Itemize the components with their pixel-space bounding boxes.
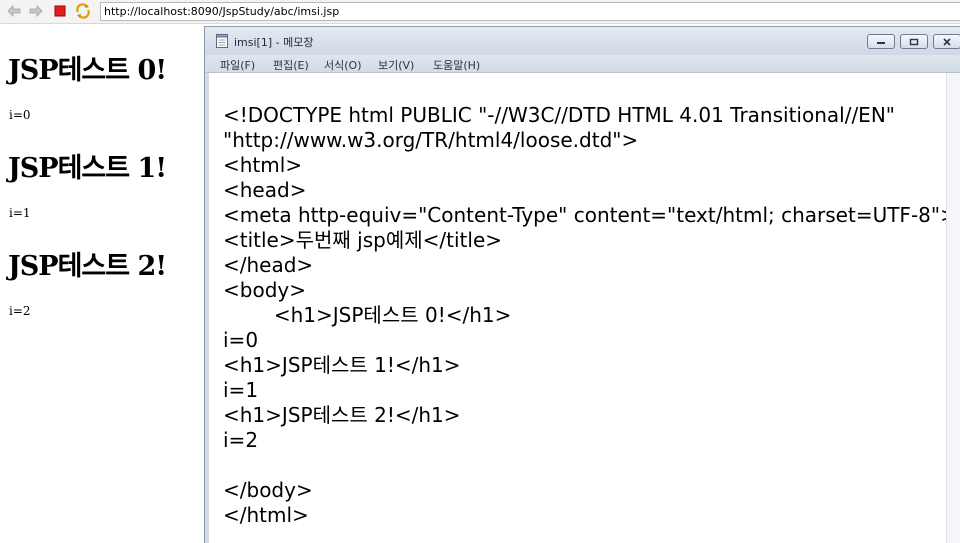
page-heading: JSP테스트 1! <box>8 153 167 184</box>
notepad-window: imsi[1] - 메모장 파일(F) 편집(E) 서식(O) 보기(V) 도움… <box>204 26 960 543</box>
editor-line: <h1>JSP테스트 1!</h1> <box>223 353 461 377</box>
editor-line: i=2 <box>223 428 259 452</box>
rendered-page: JSP테스트 0! i=0 JSP테스트 1! i=1 JSP테스트 2! i=… <box>0 24 204 543</box>
vertical-scrollbar[interactable] <box>946 73 960 543</box>
editor-line: </html> <box>223 503 309 527</box>
page-heading: JSP테스트 2! <box>8 251 167 282</box>
editor-line: </body> <box>223 478 313 502</box>
page-value: i=1 <box>9 206 31 220</box>
editor-line: <body> <box>223 278 306 302</box>
editor-line: <html> <box>223 153 303 177</box>
address-bar[interactable]: http://localhost:8090/JspStudy/abc/imsi.… <box>100 2 960 21</box>
minimize-button[interactable] <box>867 34 895 49</box>
editor-line: <head> <box>223 178 307 202</box>
menu-edit[interactable]: 편집(E) <box>273 57 309 73</box>
browser-toolbar: http://localhost:8090/JspStudy/abc/imsi.… <box>0 0 960 24</box>
editor-line: <!DOCTYPE html PUBLIC "-//W3C//DTD HTML … <box>223 103 895 127</box>
editor-line: "http://www.w3.org/TR/html4/loose.dtd"> <box>223 128 639 152</box>
notepad-icon <box>216 34 228 48</box>
notepad-title: imsi[1] - 메모장 <box>234 36 314 49</box>
minimize-icon <box>877 41 885 44</box>
back-arrow-icon[interactable] <box>6 3 22 19</box>
page-value: i=0 <box>9 108 31 122</box>
editor-line: <meta http-equiv="Content-Type" content=… <box>223 203 957 227</box>
maximize-icon <box>909 38 919 45</box>
menu-view[interactable]: 보기(V) <box>378 57 414 73</box>
editor-line: </head> <box>223 253 314 277</box>
notepad-titlebar[interactable]: imsi[1] - 메모장 <box>205 27 960 55</box>
screen: http://localhost:8090/JspStudy/abc/imsi.… <box>0 0 960 543</box>
maximize-button[interactable] <box>900 34 928 49</box>
editor-line: i=0 <box>223 328 259 352</box>
editor-line: <h1>JSP테스트 2!</h1> <box>223 403 461 427</box>
close-button[interactable] <box>933 34 960 49</box>
editor-line: <h1>JSP테스트 0!</h1> <box>223 303 512 327</box>
editor-text[interactable]: <!DOCTYPE html PUBLIC "-//W3C//DTD HTML … <box>223 103 957 528</box>
editor-line: i=1 <box>223 378 259 402</box>
refresh-icon[interactable] <box>75 3 91 19</box>
forward-arrow-icon[interactable] <box>28 3 44 19</box>
page-heading: JSP테스트 0! <box>8 55 167 86</box>
menu-format[interactable]: 서식(O) <box>324 57 361 73</box>
close-icon <box>943 37 951 46</box>
notepad-editor[interactable]: <!DOCTYPE html PUBLIC "-//W3C//DTD HTML … <box>205 73 960 543</box>
page-value: i=2 <box>9 304 31 318</box>
editor-line: <title>두번째 jsp예제</title> <box>223 228 503 252</box>
menu-help[interactable]: 도움말(H) <box>433 57 480 73</box>
stop-icon[interactable] <box>52 3 68 19</box>
notepad-menubar: 파일(F) 편집(E) 서식(O) 보기(V) 도움말(H) <box>205 55 960 73</box>
menu-file[interactable]: 파일(F) <box>220 57 255 73</box>
